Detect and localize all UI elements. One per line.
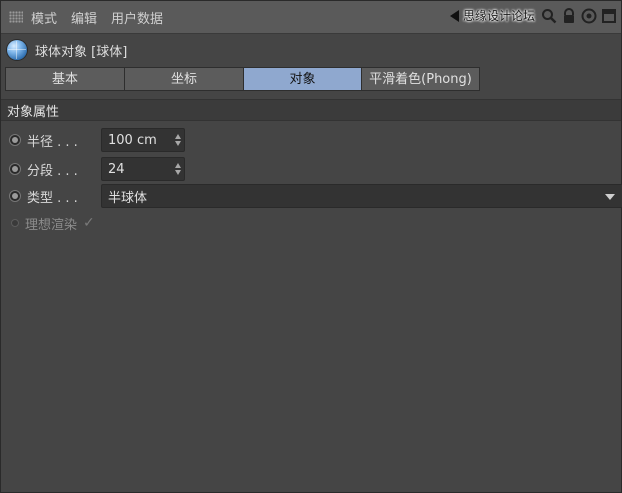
- radius-input[interactable]: 100 cm: [101, 128, 185, 152]
- animation-radio-radius[interactable]: [9, 134, 21, 146]
- lock-icon[interactable]: [561, 7, 577, 24]
- tab-object[interactable]: 对象: [243, 67, 362, 91]
- animation-radio-segments[interactable]: [9, 163, 21, 175]
- search-icon[interactable]: [541, 8, 557, 24]
- tab-phong[interactable]: 平滑着色(Phong): [361, 67, 480, 91]
- property-segments: 分段 . . . 24: [1, 157, 185, 181]
- type-value: 半球体: [108, 190, 148, 206]
- type-label: 类型 . . .: [27, 190, 78, 206]
- chevron-down-icon: [605, 194, 615, 200]
- menu-user-data[interactable]: 用户数据: [111, 8, 163, 27]
- menu-edit[interactable]: 编辑: [71, 8, 97, 27]
- animation-radio-render-perfect[interactable]: [11, 219, 19, 227]
- panel-grip-icon[interactable]: [9, 11, 23, 23]
- radius-label: 半径 . . .: [27, 134, 78, 150]
- back-arrow-icon[interactable]: [449, 9, 459, 22]
- sphere-object-icon: [7, 40, 27, 60]
- section-title: 对象属性: [7, 104, 60, 120]
- menu-bar: 模式 编辑 用户数据 思缘设计论坛: [1, 1, 621, 34]
- animation-radio-type[interactable]: [9, 190, 21, 202]
- tab-bar: 基本 坐标 对象 平滑着色(Phong): [5, 67, 480, 91]
- menu-mode[interactable]: 模式: [31, 8, 57, 27]
- property-type: 类型 . . . 半球体: [1, 184, 622, 208]
- watermark-text: 思缘设计论坛: [462, 9, 535, 23]
- tab-coordinates[interactable]: 坐标: [124, 67, 244, 91]
- target-icon[interactable]: [581, 8, 597, 24]
- segments-label: 分段 . . .: [27, 163, 78, 179]
- attribute-manager-panel: 模式 编辑 用户数据 思缘设计论坛 球体对象 [球体] 基本 坐标 对象 平滑着…: [0, 0, 622, 493]
- property-render-perfect: 理想渲染 ✓: [1, 211, 95, 235]
- segments-input[interactable]: 24: [101, 157, 185, 181]
- menu-right-tools: 思缘设计论坛: [449, 7, 617, 24]
- segments-stepper[interactable]: [175, 163, 181, 175]
- checkmark-icon[interactable]: ✓: [83, 215, 95, 231]
- tab-basic[interactable]: 基本: [5, 67, 125, 91]
- new-window-icon[interactable]: [601, 8, 617, 24]
- render-perfect-label: 理想渲染: [25, 217, 78, 233]
- type-dropdown[interactable]: 半球体: [101, 184, 622, 208]
- property-radius: 半径 . . . 100 cm: [1, 128, 185, 152]
- radius-value: 100 cm: [108, 132, 157, 148]
- radius-stepper[interactable]: [175, 134, 181, 146]
- object-title: 球体对象 [球体]: [35, 44, 128, 60]
- segments-value: 24: [108, 161, 125, 177]
- object-title-row: 球体对象 [球体]: [1, 35, 621, 65]
- section-header[interactable]: 对象属性: [1, 99, 621, 121]
